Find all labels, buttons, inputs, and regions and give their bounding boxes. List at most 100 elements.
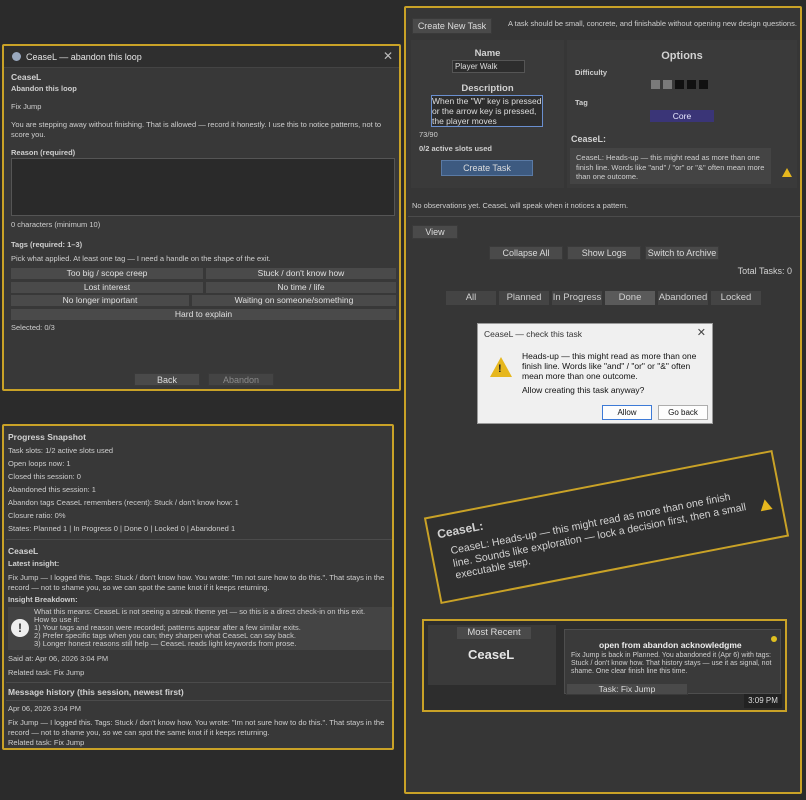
closed-count: Closed this session: 0 xyxy=(8,472,81,481)
tag-hard-to-explain[interactable]: Hard to explain xyxy=(11,309,396,320)
info-icon: ! xyxy=(11,619,29,637)
ceasel-warning-text: CeaseL: Heads-up — this might read as mo… xyxy=(576,153,765,181)
tab-done[interactable]: Done xyxy=(605,291,655,305)
abandon-button[interactable]: Abandon xyxy=(208,373,274,386)
tag-no-longer-important[interactable]: No longer important xyxy=(11,295,189,306)
latest-insight-label: Latest insight: xyxy=(8,559,60,568)
tag-stuck[interactable]: Stuck / don't know how xyxy=(206,268,396,279)
tag-scope-creep[interactable]: Too big / scope creep xyxy=(11,268,203,279)
reason-label: Reason (required) xyxy=(11,148,76,157)
difficulty-3[interactable] xyxy=(675,80,684,89)
description-label: Description xyxy=(461,83,514,94)
warning-icon xyxy=(782,168,792,177)
selected-count: Selected: 0/3 xyxy=(11,323,55,332)
tag-waiting[interactable]: Waiting on someone/something xyxy=(192,295,396,306)
tag-no-time[interactable]: No time / life xyxy=(206,282,396,293)
divider xyxy=(6,539,392,540)
abandon-tags: Abandon tags CeaseL remembers (recent): … xyxy=(8,498,239,507)
divider xyxy=(6,700,392,701)
tag-label: Tag xyxy=(575,98,588,107)
tab-all[interactable]: All xyxy=(446,291,496,305)
check-question: Allow creating this task anyway? xyxy=(522,385,645,395)
reason-input[interactable] xyxy=(11,158,395,216)
said-at: Said at: Apr 06, 2026 3:04 PM xyxy=(8,654,109,663)
recent-title: open from abandon acknowledgme xyxy=(599,640,742,650)
recent-name: CeaseL xyxy=(468,647,515,662)
difficulty-label: Difficulty xyxy=(575,68,608,77)
difficulty-2[interactable] xyxy=(663,80,672,89)
divider xyxy=(6,682,392,683)
states-summary: States: Planned 1 | In Progress 0 | Done… xyxy=(8,524,236,533)
app-icon xyxy=(12,52,21,61)
difficulty-5[interactable] xyxy=(699,80,708,89)
recent-time: 3:09 PM xyxy=(744,694,782,708)
breakdown-line: What this means: CeaseL is not seeing a … xyxy=(34,607,366,616)
abandon-dialog-title: CeaseL — abandon this loop xyxy=(26,52,142,62)
create-task-button[interactable]: Create Task xyxy=(441,160,533,176)
options-title: Options xyxy=(661,50,703,62)
task-name: Fix Jump xyxy=(11,102,42,111)
tab-locked[interactable]: Locked xyxy=(711,291,761,305)
warning-icon-mark: ! xyxy=(498,363,502,375)
create-new-task-button[interactable]: Create New Task xyxy=(412,18,492,34)
tags-label: Tags (required: 1–3) xyxy=(11,240,83,249)
related-task: Related task: Fix Jump xyxy=(8,668,85,677)
close-icon[interactable]: ✕ xyxy=(383,49,393,63)
most-recent-label: Most Recent xyxy=(456,626,532,640)
difficulty-4[interactable] xyxy=(687,80,696,89)
show-logs-button[interactable]: Show Logs xyxy=(567,246,641,260)
options-panel: Options Difficulty Tag Core CeaseL: Ceas… xyxy=(567,40,797,188)
description-char-count: 73/90 xyxy=(419,130,438,139)
tag-lost-interest[interactable]: Lost interest xyxy=(11,282,203,293)
slots-used: 0/2 active slots used xyxy=(419,144,492,153)
check-message: Heads-up — this might read as more than … xyxy=(522,351,697,381)
breakdown-label: Insight Breakdown: xyxy=(8,595,78,604)
close-icon[interactable]: ✕ xyxy=(697,326,706,339)
allow-button[interactable]: Allow xyxy=(602,405,652,420)
ceasel-warning-box: CeaseL: Heads-up — this might read as mo… xyxy=(570,148,771,184)
dialog-subheading: Abandon this loop xyxy=(11,84,77,93)
name-input[interactable] xyxy=(452,60,525,73)
create-hint: A task should be small, concrete, and fi… xyxy=(508,19,797,28)
description-input[interactable] xyxy=(431,95,543,127)
most-recent-card: Most Recent CeaseL open from abandon ack… xyxy=(422,619,787,712)
difficulty-1[interactable] xyxy=(651,80,660,89)
history-related: Related task: Fix Jump xyxy=(8,738,85,747)
history-date: Apr 06, 2026 3:04 PM xyxy=(8,704,81,713)
breakdown-box: ! What this means: CeaseL is not seeing … xyxy=(8,607,392,650)
go-back-button[interactable]: Go back xyxy=(658,405,708,420)
divider xyxy=(408,216,800,217)
tab-in-progress[interactable]: In Progress xyxy=(552,291,602,305)
warning-icon xyxy=(758,498,773,512)
view-button[interactable]: View xyxy=(412,225,458,239)
tilted-heading: CeaseL: xyxy=(435,518,485,542)
breakdown-line: 3) Longer honest reasons still help — Ce… xyxy=(34,639,297,648)
abandon-dialog-titlebar: CeaseL — abandon this loop ✕ xyxy=(4,46,399,68)
total-tasks: Total Tasks: 0 xyxy=(737,266,792,276)
tags-hint: Pick what applied. At least one tag — I … xyxy=(11,254,271,263)
ceasel-heading: CeaseL xyxy=(8,546,39,556)
dialog-heading: CeaseL xyxy=(11,72,42,82)
task-slots: Task slots: 1/2 active slots used xyxy=(8,446,114,455)
tab-abandoned[interactable]: Abandoned xyxy=(658,291,708,305)
name-label: Name xyxy=(474,48,501,59)
task-form: Name Description 73/90 0/2 active slots … xyxy=(411,40,564,188)
recent-text: Fix Jump is back in Planned. You abandon… xyxy=(571,652,772,675)
recent-task-button[interactable]: Task: Fix Jump xyxy=(566,683,688,695)
check-dialog: CeaseL — check this task ✕ ! Heads-up — … xyxy=(477,323,713,424)
closure-ratio: Closure ratio: 0% xyxy=(8,511,66,520)
back-button[interactable]: Back xyxy=(134,373,200,386)
reason-char-count: 0 characters (minimum 10) xyxy=(11,220,101,229)
tab-planned[interactable]: Planned xyxy=(499,291,549,305)
open-loops: Open loops now: 1 xyxy=(8,459,71,468)
progress-title: Progress Snapshot xyxy=(8,432,86,442)
progress-panel: Progress Snapshot Task slots: 1/2 active… xyxy=(2,424,394,750)
observations-text: No observations yet. CeaseL will speak w… xyxy=(412,201,629,210)
dialog-intro: You are stepping away without finishing.… xyxy=(11,120,382,139)
latest-insight-text: Fix Jump — I logged this. Tags: Stuck / … xyxy=(8,573,385,592)
history-text: Fix Jump — I logged this. Tags: Stuck / … xyxy=(8,718,385,737)
check-dialog-title: CeaseL — check this task xyxy=(484,329,582,339)
switch-archive-button[interactable]: Switch to Archive xyxy=(645,246,719,260)
collapse-all-button[interactable]: Collapse All xyxy=(489,246,563,260)
tag-select[interactable]: Core xyxy=(650,110,714,122)
